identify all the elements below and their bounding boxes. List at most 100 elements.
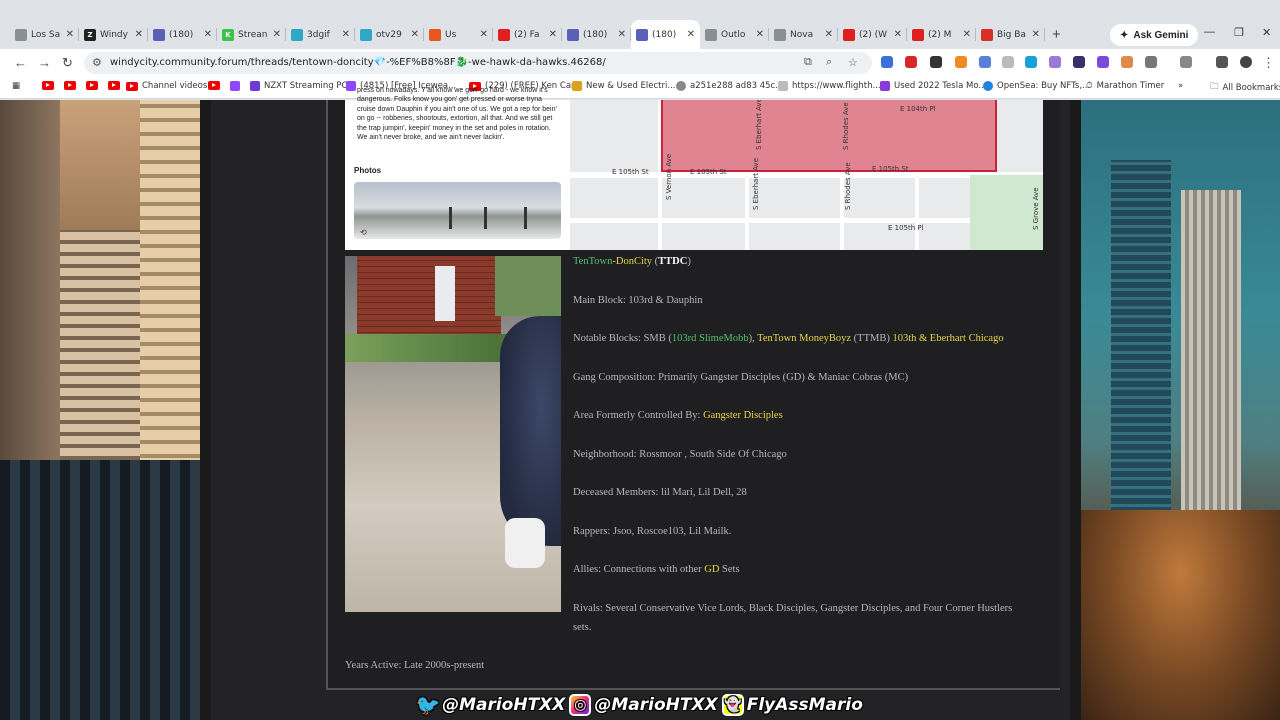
allies-prefix: Allies: Connections with other bbox=[573, 564, 705, 575]
bookmarks-overflow-icon[interactable]: » bbox=[1178, 81, 1183, 91]
extension-icon[interactable] bbox=[1073, 56, 1085, 68]
tab-title: 3dgif bbox=[307, 29, 330, 40]
extension-icon[interactable] bbox=[1121, 56, 1133, 68]
extension-icon[interactable] bbox=[1025, 56, 1037, 68]
minimize-icon[interactable]: — bbox=[1204, 26, 1215, 38]
bookmark-star-icon[interactable]: ☆ bbox=[848, 56, 858, 69]
tab-close-icon[interactable]: ✕ bbox=[411, 29, 419, 40]
zoom-icon[interactable]: ⌕ bbox=[826, 56, 832, 69]
extension-icon[interactable] bbox=[979, 56, 991, 68]
tab-close-icon[interactable]: ✕ bbox=[825, 29, 833, 40]
apps-grid-icon[interactable]: ▦ bbox=[12, 81, 20, 91]
browser-tab[interactable]: (180) ✕ bbox=[562, 20, 631, 49]
close-window-icon[interactable]: ✕ bbox=[1262, 26, 1271, 39]
youtube-icon bbox=[208, 81, 220, 90]
embed-photo[interactable]: ⟲ bbox=[354, 182, 561, 239]
browser-tab[interactable]: (180) ✕ bbox=[631, 20, 700, 49]
browser-tab[interactable]: otv29 ✕ bbox=[355, 20, 424, 49]
bookmark-hash[interactable]: a251e288 ad83 45c... bbox=[676, 81, 783, 91]
tab-close-icon[interactable]: ✕ bbox=[273, 29, 281, 40]
instagram-handle: ◎ @MarioHTXX bbox=[569, 694, 718, 716]
new-tab-button[interactable]: + bbox=[1052, 26, 1061, 43]
tab-favicon-icon bbox=[15, 28, 27, 41]
tab-title: (2) M bbox=[928, 29, 952, 40]
tab-close-icon[interactable]: ✕ bbox=[618, 29, 626, 40]
bookmark-youtube-2[interactable] bbox=[64, 81, 76, 90]
tab-title: (2) (W bbox=[859, 29, 888, 40]
browser-tab[interactable]: Los Sa ✕ bbox=[10, 20, 79, 49]
browser-tab[interactable]: Nova ✕ bbox=[769, 20, 838, 49]
browser-tab[interactable]: Z Windy ✕ bbox=[79, 20, 148, 49]
tab-close-icon[interactable]: ✕ bbox=[963, 29, 971, 40]
extensions-puzzle-icon[interactable] bbox=[1145, 56, 1157, 68]
profile-avatar-icon[interactable] bbox=[1240, 56, 1252, 68]
extension-icon[interactable] bbox=[1097, 56, 1109, 68]
title-link-tentown[interactable]: TenTown bbox=[573, 256, 612, 267]
tab-close-icon[interactable]: ✕ bbox=[687, 29, 695, 40]
bookmark-youtube-1[interactable] bbox=[42, 81, 54, 90]
bookmark-electric[interactable]: New & Used Electri... bbox=[572, 81, 675, 91]
gemini-icon: ✦ bbox=[1120, 29, 1129, 41]
tab-close-icon[interactable]: ✕ bbox=[204, 29, 212, 40]
tab-close-icon[interactable]: ✕ bbox=[135, 29, 143, 40]
browser-tab[interactable]: Big Ba ✕ bbox=[976, 20, 1045, 49]
forward-icon[interactable]: → bbox=[38, 55, 51, 70]
tab-list: Los Sa ✕ Z Windy ✕ (180) ✕ K Strean ✕ 3dgif ✕ otv29 ✕… bbox=[10, 20, 1045, 49]
tab-close-icon[interactable]: ✕ bbox=[480, 29, 488, 40]
reload-icon[interactable]: ↻ bbox=[62, 55, 73, 71]
browser-tab[interactable]: Outlo ✕ bbox=[700, 20, 769, 49]
link-gangster-disciples[interactable]: Gangster Disciples bbox=[703, 410, 783, 421]
link-slimemobb[interactable]: 103rd SlimeMobb bbox=[672, 333, 749, 344]
bookmark-flighth[interactable]: https://www.flighth... bbox=[778, 81, 881, 91]
tab-close-icon[interactable]: ✕ bbox=[1032, 29, 1040, 40]
side-panel-icon[interactable] bbox=[1180, 56, 1192, 68]
link-gd[interactable]: GD bbox=[704, 564, 719, 575]
downloads-icon[interactable] bbox=[1216, 56, 1228, 68]
all-bookmarks[interactable]: 🗀 All Bookmarks bbox=[1210, 81, 1280, 95]
bookmark-tesla[interactable]: Used 2022 Tesla Mo... bbox=[880, 81, 986, 91]
extension-icon[interactable] bbox=[930, 56, 942, 68]
link-moneyboyz[interactable]: TenTown MoneyBoyz bbox=[757, 333, 851, 344]
extension-icon[interactable] bbox=[881, 56, 893, 68]
install-app-icon[interactable]: ⧉ bbox=[804, 56, 812, 69]
browser-tab[interactable]: (2) Fa ✕ bbox=[493, 20, 562, 49]
browser-tab[interactable]: (180) ✕ bbox=[148, 20, 217, 49]
street-label: E 105th St bbox=[612, 168, 649, 176]
restore-icon[interactable]: ❐ bbox=[1234, 26, 1244, 39]
tab-close-icon[interactable]: ✕ bbox=[342, 29, 350, 40]
tab-close-icon[interactable]: ✕ bbox=[66, 29, 74, 40]
bookmark-opensea[interactable]: OpenSea: Buy NFTs,... bbox=[983, 81, 1090, 91]
extension-icon[interactable] bbox=[1049, 56, 1061, 68]
browser-tab[interactable]: Us ✕ bbox=[424, 20, 493, 49]
browser-tab[interactable]: (2) M ✕ bbox=[907, 20, 976, 49]
tab-title: otv29 bbox=[376, 29, 402, 40]
carousel-icon[interactable]: ⟲ bbox=[360, 228, 367, 237]
browser-tab[interactable]: 3dgif ✕ bbox=[286, 20, 355, 49]
url-text[interactable]: windycity.community.forum/threads/tentow… bbox=[110, 57, 606, 68]
extension-icon[interactable] bbox=[1002, 56, 1014, 68]
tab-close-icon[interactable]: ✕ bbox=[894, 29, 902, 40]
bookmark-youtube-5[interactable] bbox=[208, 81, 220, 90]
bookmark-nzxt[interactable]: NZXT Streaming PC bbox=[250, 81, 347, 91]
tab-close-icon[interactable]: ✕ bbox=[549, 29, 557, 40]
bookmark-marathon[interactable]: ⏱ Marathon Timer bbox=[1086, 81, 1164, 91]
tab-favicon-icon: K bbox=[222, 28, 234, 41]
extension-icon[interactable] bbox=[905, 56, 917, 68]
tab-close-icon[interactable]: ✕ bbox=[756, 29, 764, 40]
metamask-icon[interactable] bbox=[955, 56, 967, 68]
menu-kebab-icon[interactable]: ⋮ bbox=[1262, 55, 1275, 71]
ask-gemini-button[interactable]: ✦ Ask Gemini bbox=[1110, 24, 1199, 46]
bookmark-youtube-3[interactable] bbox=[86, 81, 98, 90]
back-icon[interactable]: ← bbox=[14, 55, 27, 70]
bookmark-youtube-4[interactable] bbox=[108, 81, 120, 90]
title-link-doncity[interactable]: DonCity bbox=[616, 256, 652, 267]
address-bar[interactable]: ⚙ windycity.community.forum/threads/tent… bbox=[84, 52, 872, 74]
video-thumbnail[interactable] bbox=[345, 256, 561, 612]
bookmark-twitch[interactable] bbox=[230, 81, 240, 91]
link-eberhart[interactable]: 103th & Eberhart Chicago bbox=[892, 333, 1003, 344]
notable-separator: ), bbox=[748, 333, 758, 344]
bookmark-channel-videos[interactable]: Channel videos bbox=[126, 81, 207, 91]
browser-tab[interactable]: K Strean ✕ bbox=[217, 20, 286, 49]
map-embed[interactable]: E 104th Pl E 105th St E 105th St E 105th… bbox=[570, 100, 1043, 250]
browser-tab[interactable]: (2) (W ✕ bbox=[838, 20, 907, 49]
